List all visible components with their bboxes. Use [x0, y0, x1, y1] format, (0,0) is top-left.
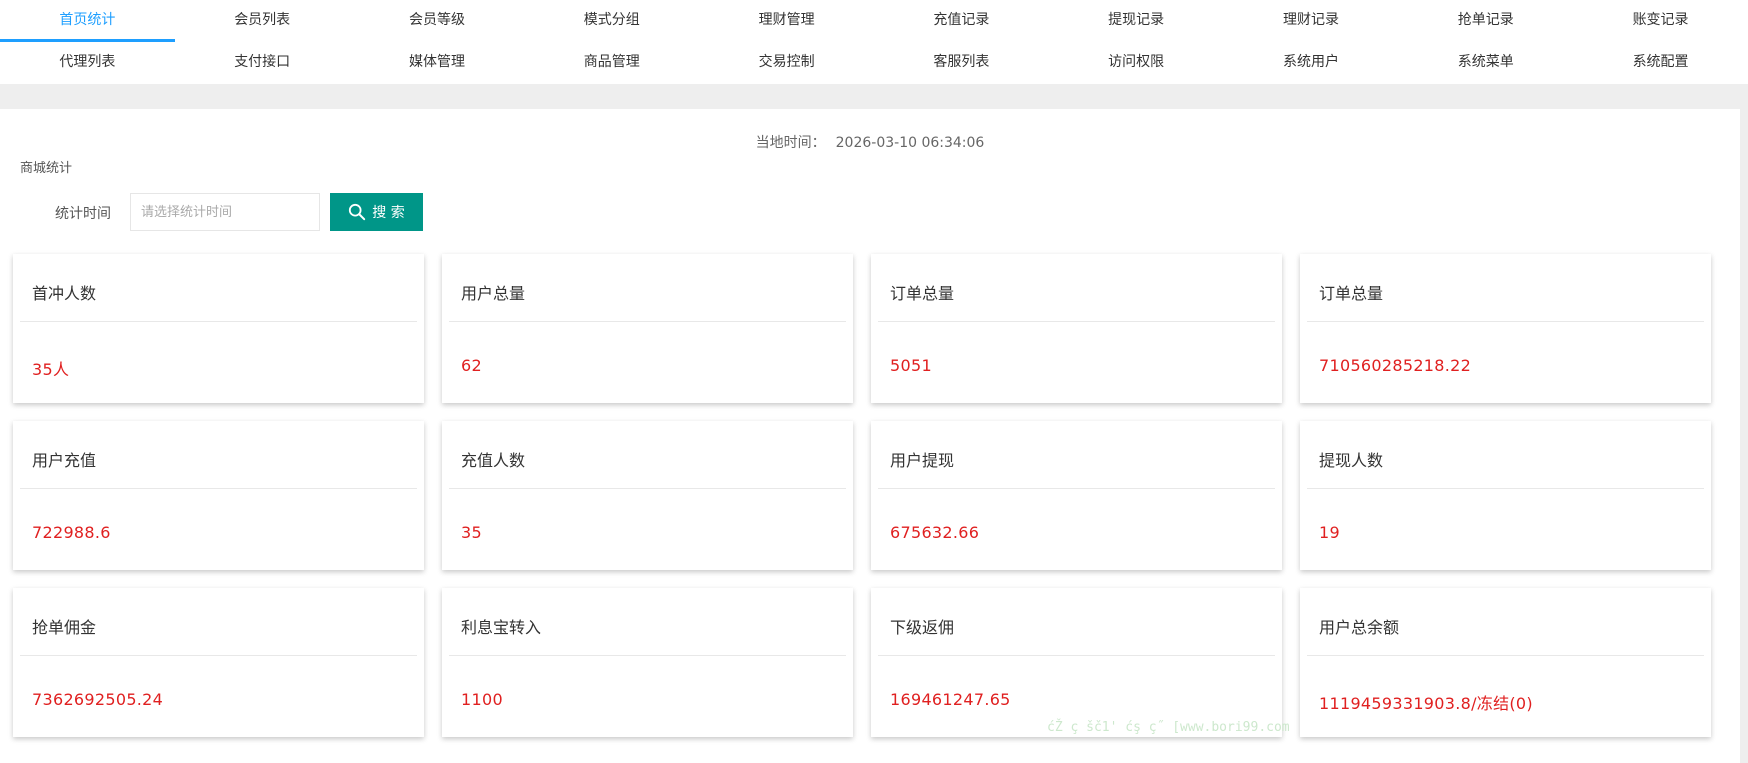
nav-tab-trade-control[interactable]: 交易控制 [699, 42, 874, 84]
stat-card-value: 169461247.65 [890, 690, 1011, 709]
nav-tab-access-rights[interactable]: 访问权限 [1049, 42, 1224, 84]
stat-card-interest-transfer-in: 利息宝转入 1100 [442, 588, 853, 737]
stat-card-value: 62 [461, 356, 482, 375]
stat-card-title: 利息宝转入 [449, 588, 846, 656]
stat-card-title: 订单总量 [878, 254, 1275, 322]
nav-tab-mode-group[interactable]: 模式分组 [524, 0, 699, 42]
nav-tab-system-users[interactable]: 系统用户 [1224, 42, 1399, 84]
nav-tab-member-level[interactable]: 会员等级 [350, 0, 525, 42]
nav-tab-system-config[interactable]: 系统配置 [1573, 42, 1748, 84]
top-nav-row-1: 首页统计 会员列表 会员等级 模式分组 理财管理 充值记录 提现记录 理财记录 … [0, 0, 1748, 42]
stat-card-title: 用户提现 [878, 421, 1275, 489]
nav-tab-withdraw-records[interactable]: 提现记录 [1049, 0, 1224, 42]
local-time: 当地时间： 2026-03-10 06:34:06 [0, 132, 1740, 152]
stat-card-title: 用户总量 [449, 254, 846, 322]
stat-card-user-withdraw: 用户提现 675632.66 [871, 421, 1282, 570]
top-nav-row-2: 代理列表 支付接口 媒体管理 商品管理 交易控制 客服列表 访问权限 系统用户 … [0, 42, 1748, 84]
stat-card-user-recharge: 用户充值 722988.6 [13, 421, 424, 570]
stat-card-value: 710560285218.22 [1319, 356, 1472, 375]
stat-card-title: 下级返佣 [878, 588, 1275, 656]
stat-card-first-recharge-users: 首冲人数 35人 [13, 254, 424, 403]
nav-tab-account-change-records[interactable]: 账变记录 [1573, 0, 1748, 42]
local-time-value: 2026-03-10 06:34:06 [835, 135, 985, 151]
right-edge-gutter [1740, 109, 1748, 763]
nav-tab-media-manage[interactable]: 媒体管理 [350, 42, 525, 84]
stat-card-recharge-users: 充值人数 35 [442, 421, 853, 570]
stat-time-input[interactable] [130, 193, 320, 231]
search-button[interactable]: 搜 索 [330, 193, 423, 231]
nav-tab-member-list[interactable]: 会员列表 [175, 0, 350, 42]
stat-card-total-balance: 用户总余额 1119459331903.8/冻结(0) [1300, 588, 1711, 737]
stat-card-title: 用户充值 [20, 421, 417, 489]
stat-card-grab-commission: 抢单佣金 7362692505.24 [13, 588, 424, 737]
stat-card-value: 675632.66 [890, 523, 980, 542]
nav-tab-grab-order-records[interactable]: 抢单记录 [1398, 0, 1573, 42]
stat-card-title: 首冲人数 [20, 254, 417, 322]
separator-band [0, 84, 1748, 109]
stat-card-value: 35 [461, 523, 482, 542]
stat-card-value: 5051 [890, 356, 932, 375]
section-title: 商城统计 [20, 161, 73, 176]
nav-tab-home-stats[interactable]: 首页统计 [0, 0, 175, 42]
stat-card-title: 订单总量 [1307, 254, 1704, 322]
stat-card-subordinate-rebate: 下级返佣 169461247.65 [871, 588, 1282, 737]
stat-card-total-users: 用户总量 62 [442, 254, 853, 403]
stat-card-value: 1119459331903.8/冻结(0) [1319, 694, 1533, 713]
stat-card-value: 722988.6 [32, 523, 111, 542]
watermark-text: ćŽ ç šč1' ćş ç˝ [www.bori99.com [1047, 720, 1290, 735]
nav-tab-system-menu[interactable]: 系统菜单 [1398, 42, 1573, 84]
stat-card-title: 充值人数 [449, 421, 846, 489]
stat-card-value: 7362692505.24 [32, 690, 164, 709]
stat-card-total-orders: 订单总量 5051 [871, 254, 1282, 403]
stat-time-label: 统计时间 [55, 206, 111, 222]
nav-tab-goods-manage[interactable]: 商品管理 [524, 42, 699, 84]
nav-tab-agent-list[interactable]: 代理列表 [0, 42, 175, 84]
stat-card-title: 用户总余额 [1307, 588, 1704, 656]
stat-card-value: 35人 [32, 360, 70, 379]
stat-card-title: 提现人数 [1307, 421, 1704, 489]
nav-tab-finance-manage[interactable]: 理财管理 [699, 0, 874, 42]
local-time-label: 当地时间： [755, 135, 826, 151]
nav-tab-service-list[interactable]: 客服列表 [874, 42, 1049, 84]
search-icon [349, 203, 366, 221]
stat-card-total-order-amount: 订单总量 710560285218.22 [1300, 254, 1711, 403]
nav-tab-finance-records[interactable]: 理财记录 [1224, 0, 1399, 42]
stat-card-title: 抢单佣金 [20, 588, 417, 656]
nav-tab-payment-api[interactable]: 支付接口 [175, 42, 350, 84]
stat-card-value: 19 [1319, 523, 1340, 542]
stat-card-withdraw-users: 提现人数 19 [1300, 421, 1711, 570]
stat-card-value: 1100 [461, 690, 503, 709]
search-button-label: 搜 索 [372, 205, 405, 221]
stats-grid: 首冲人数 35人 用户总量 62 订单总量 5051 订单总量 71056028… [13, 254, 1713, 737]
nav-tab-recharge-records[interactable]: 充值记录 [874, 0, 1049, 42]
